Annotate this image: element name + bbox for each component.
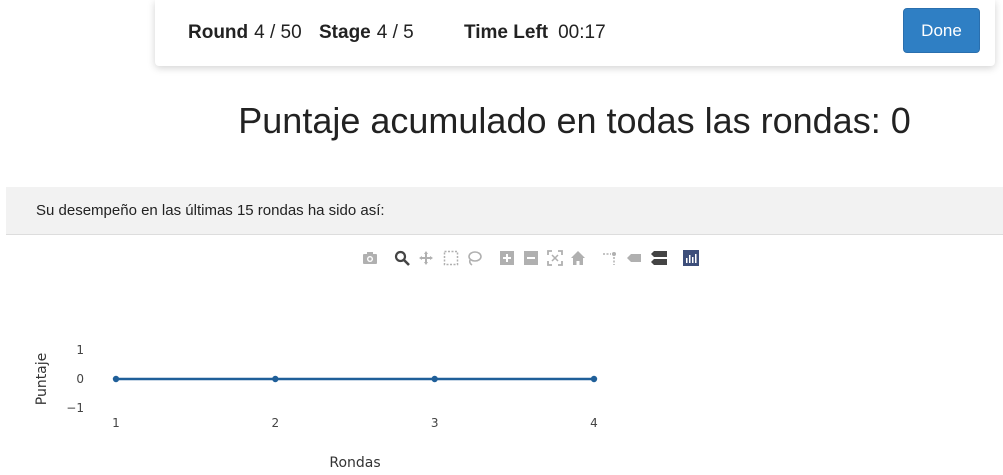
autoscale-icon[interactable] [547, 250, 563, 266]
box-select-icon[interactable] [443, 250, 459, 266]
pan-icon[interactable] [418, 250, 434, 266]
lasso-select-icon[interactable] [466, 250, 482, 266]
plotly-logo-icon[interactable] [683, 250, 699, 266]
data-point[interactable] [272, 375, 279, 383]
hover-closest-icon[interactable] [626, 250, 642, 266]
x-tick-label: 1 [112, 416, 120, 430]
performance-text: Su desempeño en las últimas 15 rondas ha… [36, 202, 385, 219]
performance-info-band: Su desempeño en las últimas 15 rondas ha… [6, 187, 1003, 235]
x-axis-ticks: 1 2 3 4 [112, 416, 598, 430]
zoom-in-icon[interactable] [499, 250, 515, 266]
time-left-value: 00:17 [558, 22, 606, 43]
zoom-icon[interactable] [394, 250, 410, 266]
done-button[interactable]: Done [903, 8, 980, 53]
y-tick-label: 0 [76, 372, 84, 386]
reset-axes-icon[interactable] [570, 250, 586, 266]
x-tick-label: 3 [431, 416, 439, 430]
data-point[interactable] [590, 375, 598, 383]
hover-compare-icon[interactable] [650, 250, 668, 266]
x-tick-label: 4 [590, 416, 598, 430]
stage-status: Stage 4 / 5 [319, 22, 414, 44]
data-point[interactable] [431, 375, 438, 383]
x-tick-label: 2 [272, 416, 280, 430]
spike-lines-icon[interactable] [602, 250, 618, 266]
y-axis-ticks: 1 0 −1 [66, 343, 84, 415]
top-status-bar: Round 4 / 50 Stage 4 / 5 Time Left 00:17 Do… [155, 0, 995, 66]
zoom-out-icon[interactable] [523, 250, 539, 266]
time-left-label: Time Left [464, 22, 549, 43]
round-status: Round 4 / 50 [188, 22, 302, 44]
score-line-chart: 1 0 −1 1 2 3 4 Rondas Puntaje [34, 343, 598, 471]
stage-value: 4 / 5 [376, 22, 414, 43]
y-tick-label: −1 [66, 401, 84, 415]
y-axis-label: Puntaje [34, 353, 50, 406]
stage-label: Stage [319, 22, 371, 43]
cumulative-score-heading: Puntaje acumulado en todas las rondas: 0 [238, 100, 911, 141]
time-left-status: Time Left 00:17 [464, 22, 606, 44]
data-point[interactable] [112, 375, 120, 383]
y-tick-label: 1 [76, 343, 84, 357]
round-value: 4 / 50 [254, 22, 302, 43]
round-label: Round [188, 22, 249, 43]
camera-icon[interactable] [362, 250, 378, 266]
x-axis-label: Rondas [329, 455, 380, 471]
